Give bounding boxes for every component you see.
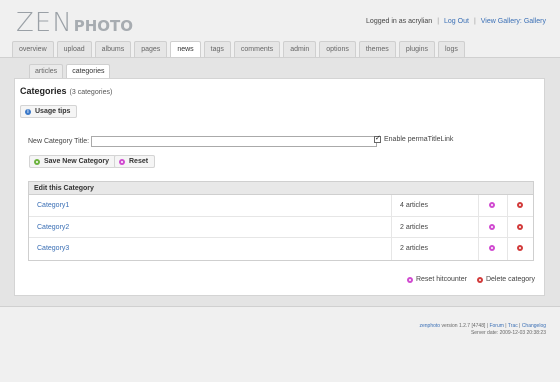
sub-tabs: articles categories [29, 64, 111, 79]
article-count: 2 articles [400, 223, 429, 231]
delete-icon[interactable] [517, 223, 523, 230]
separator: | [437, 18, 440, 25]
article-count: 2 articles [400, 245, 429, 252]
server-date: Server date: 2009-12-03 20:38:23 [470, 330, 546, 336]
reset-icon [119, 158, 125, 165]
reset-hitcounter-icon[interactable] [489, 202, 495, 208]
delete-icon[interactable] [517, 245, 523, 251]
category-count: (3 categories) [69, 89, 113, 96]
footer: zenphoto version 1.2.7 [4748] | Forum | … [419, 323, 546, 337]
table-header: Edit this Category [29, 182, 533, 195]
check-icon [34, 158, 40, 165]
version-text: version 1.2.7 [4748] | [440, 323, 490, 329]
tab-themes[interactable]: themes [358, 41, 396, 57]
tab-tags[interactable]: tags [203, 41, 231, 57]
new-category-title-label: New Category Title: [28, 138, 90, 145]
user-bar: Logged in as acrylian | Log Out | View G… [366, 18, 546, 25]
usage-tips-label: Usage tips [35, 108, 71, 115]
categories-panel: Categories (3 categories) i Usage tips Ne… [14, 78, 545, 296]
legend-delete-category: Delete category [476, 276, 535, 283]
tab-news[interactable]: news [170, 41, 201, 58]
permalink-checkbox[interactable] [374, 134, 381, 143]
legend-reset-hitcounter: Reset hitcounter [406, 276, 467, 283]
delete-icon [476, 276, 483, 283]
logo-zen-text: ZEN [16, 8, 73, 38]
page-title-text: Categories [20, 86, 67, 96]
tab-albums[interactable]: albums [94, 41, 132, 57]
reset-hitcounter-icon[interactable] [489, 223, 495, 230]
new-category-title-input[interactable] [91, 136, 378, 147]
category-link[interactable]: Category2 [37, 224, 69, 231]
usage-tips-button[interactable]: i Usage tips [20, 105, 78, 118]
main-tabs: overview upload albums pages news tags c… [12, 41, 465, 58]
subtab-categories[interactable]: categories [66, 64, 111, 79]
page-title: Categories (3 categories) [20, 86, 112, 96]
tab-comments[interactable]: comments [233, 41, 281, 57]
reset-button[interactable]: Reset [114, 155, 156, 168]
table-row: Category2 2 articles [29, 216, 533, 238]
legend-delete-label: Delete category [485, 276, 535, 283]
tab-pages[interactable]: pages [134, 41, 168, 57]
tab-upload[interactable]: upload [56, 41, 92, 57]
category-link[interactable]: Category1 [37, 202, 69, 209]
category-link[interactable]: Category3 [37, 245, 69, 252]
tab-admin[interactable]: admin [283, 41, 317, 57]
article-count: 4 articles [400, 202, 429, 209]
permalink-option: Enable permaTitleLink [374, 134, 454, 143]
table-row: Category1 4 articles [29, 195, 533, 217]
tab-plugins[interactable]: plugins [398, 41, 435, 57]
logo-photo-text: PHOTO [73, 17, 133, 35]
zenphoto-link[interactable]: zenphoto [419, 323, 440, 329]
legend-reset-label: Reset hitcounter [415, 276, 467, 283]
trac-link[interactable]: Trac [508, 323, 518, 329]
table-row: Category3 2 articles [29, 238, 533, 260]
tab-overview[interactable]: overview [12, 41, 54, 57]
top-bar: ZEN PHOTO Logged in as acrylian | Log Ou… [0, 0, 560, 42]
reset-icon [406, 276, 413, 283]
footer-version-line: zenphoto version 1.2.7 [4748] | Forum | … [419, 323, 546, 330]
new-category-row: New Category Title: [28, 136, 378, 147]
logout-link[interactable]: Log Out [444, 18, 469, 25]
save-new-category-button[interactable]: Save New Category [29, 155, 116, 168]
tab-logs[interactable]: logs [438, 41, 465, 57]
separator: | [473, 18, 476, 25]
permalink-label: Enable permaTitleLink [384, 136, 454, 143]
categories-table: Edit this Category Category1 4 articles … [28, 181, 534, 261]
tab-options[interactable]: options [319, 41, 356, 57]
save-label: Save New Category [44, 158, 109, 165]
zenphoto-logo[interactable]: ZEN PHOTO [16, 8, 133, 38]
reset-hitcounter-icon[interactable] [489, 245, 495, 251]
forum-link[interactable]: Forum [489, 323, 503, 329]
view-gallery-link[interactable]: View Gallery: Gallery [481, 18, 546, 25]
subtab-articles[interactable]: articles [29, 64, 64, 78]
info-icon: i [25, 108, 31, 115]
delete-icon[interactable] [517, 202, 523, 208]
changelog-link[interactable]: Changelog [522, 323, 546, 329]
icon-legend: Reset hitcounter Delete category [406, 276, 535, 283]
logged-in-text: Logged in as acrylian [366, 18, 433, 25]
reset-label: Reset [129, 158, 149, 165]
